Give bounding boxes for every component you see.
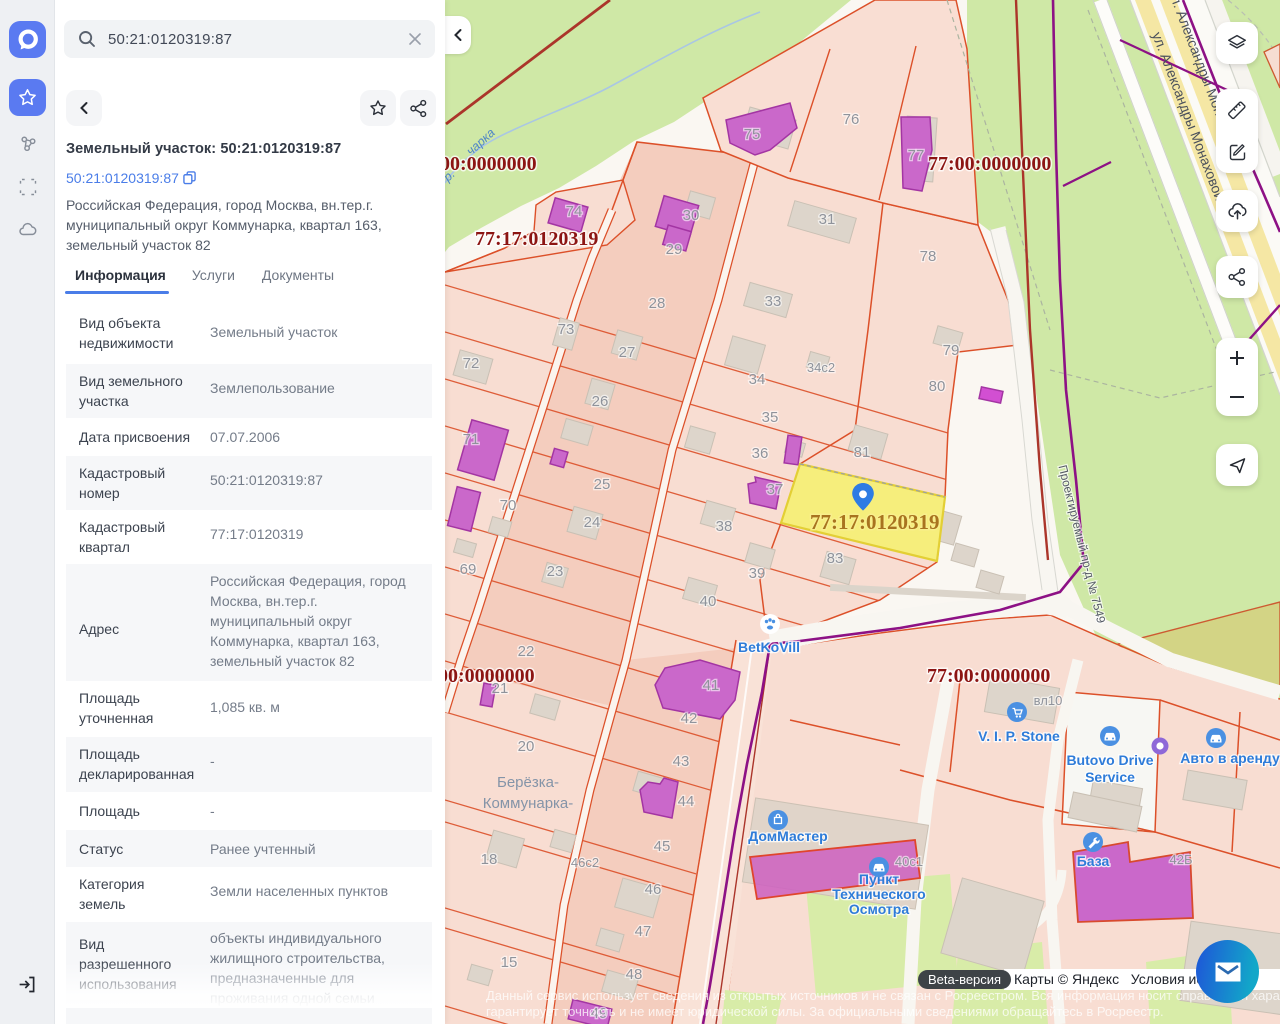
svg-text:V. I. P. Stone: V. I. P. Stone xyxy=(978,728,1060,744)
svg-text:25: 25 xyxy=(594,476,611,493)
svg-text:70: 70 xyxy=(500,497,517,514)
svg-text:40: 40 xyxy=(700,593,717,610)
svg-text:76: 76 xyxy=(843,111,860,128)
svg-text:00:0000000: 00:0000000 xyxy=(445,665,535,687)
svg-text:37: 37 xyxy=(767,481,784,498)
svg-text:Butovo Drive: Butovo Drive xyxy=(1066,752,1153,768)
svg-text:22: 22 xyxy=(518,643,535,660)
svg-text:BetKoVill: BetKoVill xyxy=(738,639,800,655)
svg-text:29: 29 xyxy=(666,241,683,258)
svg-text:Берёзка-: Берёзка- xyxy=(497,774,559,791)
svg-text:77: 77 xyxy=(908,147,925,164)
svg-text:35: 35 xyxy=(762,409,779,426)
svg-text:42Б: 42Б xyxy=(1170,852,1193,867)
svg-text:46с2: 46с2 xyxy=(571,855,599,870)
svg-text:вл10: вл10 xyxy=(1034,693,1063,708)
svg-text:31: 31 xyxy=(819,211,836,228)
svg-text:Технического: Технического xyxy=(832,886,925,902)
svg-text:78: 78 xyxy=(920,248,937,265)
svg-text:23: 23 xyxy=(547,563,564,580)
svg-text:Service: Service xyxy=(1085,769,1135,785)
svg-text:43: 43 xyxy=(673,753,690,770)
svg-text:77:00:0000000: 77:00:0000000 xyxy=(928,153,1051,175)
svg-text:Авто в аренду: Авто в аренду xyxy=(1180,750,1280,766)
svg-text:База: База xyxy=(1077,853,1110,869)
svg-text:18: 18 xyxy=(481,851,498,868)
svg-text:28: 28 xyxy=(649,295,666,312)
svg-text:гарантирует точность и не имее: гарантирует точность и не имеет юридичес… xyxy=(486,1004,1164,1019)
svg-text:38: 38 xyxy=(716,518,733,535)
svg-text:42: 42 xyxy=(681,710,698,727)
svg-text:72: 72 xyxy=(463,355,480,372)
svg-text:Осмотра: Осмотра xyxy=(849,901,909,917)
svg-text:45: 45 xyxy=(654,838,671,855)
svg-text:34с2: 34с2 xyxy=(807,360,835,375)
svg-text:80: 80 xyxy=(929,378,946,395)
svg-text:33: 33 xyxy=(765,293,782,310)
svg-text:30: 30 xyxy=(683,207,700,224)
svg-text:73: 73 xyxy=(558,321,575,338)
svg-text:44: 44 xyxy=(678,793,695,810)
svg-text:00:0000000: 00:0000000 xyxy=(445,153,537,175)
svg-text:69: 69 xyxy=(460,561,477,578)
svg-text:20: 20 xyxy=(518,738,535,755)
svg-text:34: 34 xyxy=(749,371,766,388)
svg-text:41: 41 xyxy=(703,677,720,694)
svg-text:77:17:0120319: 77:17:0120319 xyxy=(475,228,598,250)
svg-text:36: 36 xyxy=(752,445,769,462)
svg-text:39: 39 xyxy=(749,565,766,582)
svg-text:77:00:0000000: 77:00:0000000 xyxy=(927,665,1050,687)
svg-text:47: 47 xyxy=(635,923,652,940)
svg-text:Данный сервис использует сведе: Данный сервис использует сведения из отк… xyxy=(486,988,1280,1003)
svg-text:71: 71 xyxy=(463,431,480,448)
svg-text:15: 15 xyxy=(501,954,518,971)
svg-text:ДомМастер: ДомМастер xyxy=(748,828,827,844)
svg-text:81: 81 xyxy=(854,444,871,461)
svg-text:74: 74 xyxy=(566,203,583,220)
svg-text:24: 24 xyxy=(584,514,601,531)
svg-text:83: 83 xyxy=(827,550,844,567)
svg-text:79: 79 xyxy=(943,342,960,359)
svg-text:26: 26 xyxy=(592,393,609,410)
svg-text:75: 75 xyxy=(744,126,761,143)
svg-text:77:17:0120319: 77:17:0120319 xyxy=(810,510,940,534)
svg-text:48: 48 xyxy=(626,966,643,983)
svg-text:Коммунарка-: Коммунарка- xyxy=(483,795,574,812)
svg-text:40с1: 40с1 xyxy=(895,854,923,869)
svg-text:46: 46 xyxy=(645,881,662,898)
svg-text:27: 27 xyxy=(619,344,636,361)
